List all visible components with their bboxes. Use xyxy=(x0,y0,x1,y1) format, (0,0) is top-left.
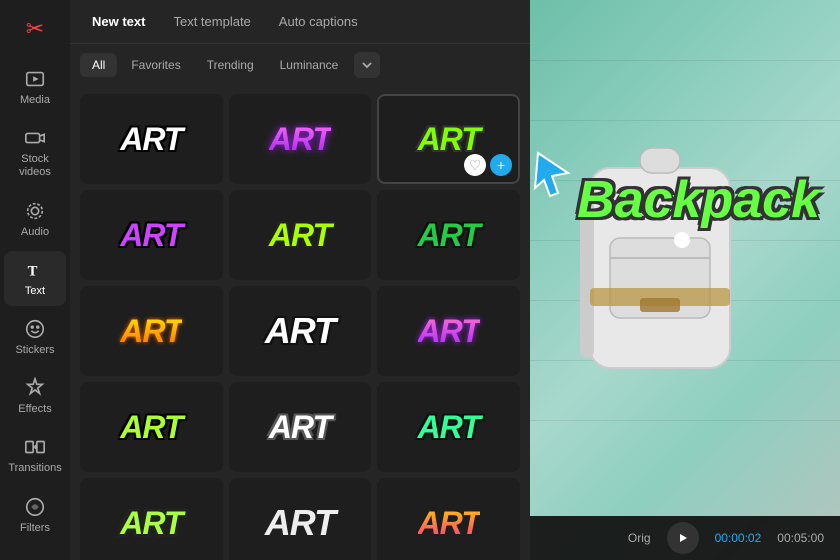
text-style-card-7[interactable]: ART xyxy=(80,286,223,376)
text-style-label-12: ART xyxy=(418,409,480,446)
sidebar-item-text-label: Text xyxy=(25,285,45,298)
sidebar: ✂ Media Stock videos Audio T Text xyxy=(0,0,70,560)
sidebar-item-effects[interactable]: Effects xyxy=(4,369,66,424)
transitions-icon xyxy=(24,436,46,458)
sidebar-item-transitions[interactable]: Transitions xyxy=(4,428,66,483)
media-icon xyxy=(24,68,46,90)
text-style-label-11: ART xyxy=(269,409,331,446)
sidebar-item-stock-label: Stock videos xyxy=(19,153,51,179)
filter-row: All Favorites Trending Luminance xyxy=(70,44,530,86)
text-style-card-3[interactable]: ART ♡ + xyxy=(377,94,520,184)
play-icon xyxy=(677,532,689,544)
selection-handle[interactable] xyxy=(674,232,690,248)
filters-icon xyxy=(24,496,46,518)
backpack-svg xyxy=(560,88,760,428)
text-style-card-4[interactable]: ART xyxy=(80,190,223,280)
sidebar-item-stock-videos[interactable]: Stock videos xyxy=(4,119,66,187)
text-style-card-10[interactable]: ART xyxy=(80,382,223,472)
stickers-icon xyxy=(24,318,46,340)
tab-text-template[interactable]: Text template xyxy=(161,6,262,37)
filter-dropdown-button[interactable] xyxy=(354,52,380,78)
filter-luminance[interactable]: Luminance xyxy=(268,53,351,77)
filter-favorites[interactable]: Favorites xyxy=(119,53,192,77)
text-style-card-9[interactable]: ART xyxy=(377,286,520,376)
sidebar-item-effects-label: Effects xyxy=(18,403,51,416)
sidebar-item-text[interactable]: T Text xyxy=(4,251,66,306)
app-logo: ✂ xyxy=(20,10,50,48)
sidebar-item-audio[interactable]: Audio xyxy=(4,192,66,247)
preview-area: Backpack Orig 00:00:02 00:05:00 xyxy=(530,0,840,560)
text-style-card-13[interactable]: ART xyxy=(80,478,223,560)
text-style-label-14: ART xyxy=(265,502,335,544)
sidebar-item-stickers[interactable]: Stickers xyxy=(4,310,66,365)
text-style-card-8[interactable]: ART xyxy=(229,286,372,376)
text-style-grid: ART ART ART ♡ + ART ART ART ART ART xyxy=(70,86,530,560)
cursor-arrow xyxy=(530,148,580,198)
sidebar-item-media[interactable]: Media xyxy=(4,60,66,115)
chevron-down-icon xyxy=(361,59,373,71)
text-style-card-11[interactable]: ART xyxy=(229,382,372,472)
backpack-text-overlay: Backpack xyxy=(577,170,820,230)
filter-trending[interactable]: Trending xyxy=(195,53,266,77)
text-style-card-14[interactable]: ART xyxy=(229,478,372,560)
backpack-container xyxy=(530,0,840,516)
text-panel: New text Text template Auto captions All… xyxy=(70,0,530,560)
total-time: 00:05:00 xyxy=(777,531,824,545)
preview-background: Backpack Orig 00:00:02 00:05:00 xyxy=(530,0,840,560)
audio-icon xyxy=(24,200,46,222)
text-style-card-1[interactable]: ART xyxy=(80,94,223,184)
text-style-label-4: ART xyxy=(120,217,182,254)
text-style-label-9: ART xyxy=(418,313,480,350)
orig-label: Orig xyxy=(628,531,651,545)
text-style-label-2: ART xyxy=(269,121,331,158)
add-style-button[interactable]: + xyxy=(490,154,512,176)
text-style-card-15[interactable]: ART xyxy=(377,478,520,560)
effects-icon xyxy=(24,377,46,399)
text-style-label-6: ART xyxy=(418,217,480,254)
sidebar-item-stickers-label: Stickers xyxy=(15,344,54,357)
sidebar-item-audio-label: Audio xyxy=(21,226,49,239)
text-style-label-15: ART xyxy=(418,505,480,542)
text-style-card-12[interactable]: ART xyxy=(377,382,520,472)
text-style-card-5[interactable]: ART xyxy=(229,190,372,280)
favorite-button[interactable]: ♡ xyxy=(464,154,486,176)
text-style-label-3: ART xyxy=(418,121,480,158)
text-style-card-6[interactable]: ART xyxy=(377,190,520,280)
text-icon: T xyxy=(24,259,46,281)
tab-bar: New text Text template Auto captions xyxy=(70,0,530,44)
svg-text:T: T xyxy=(28,263,38,279)
card-actions: ♡ + xyxy=(464,154,512,176)
text-style-label-10: ART xyxy=(120,409,182,446)
text-style-label-1: ART xyxy=(120,121,182,158)
text-style-label-8: ART xyxy=(265,310,335,352)
text-style-label-7: ART xyxy=(120,313,182,350)
sidebar-item-media-label: Media xyxy=(20,94,50,107)
stock-videos-icon xyxy=(24,127,46,149)
filter-all[interactable]: All xyxy=(80,53,117,77)
text-style-label-5: ART xyxy=(269,217,331,254)
bottom-playback-bar: Orig 00:00:02 00:05:00 xyxy=(530,516,840,560)
sidebar-item-filters[interactable]: Filters xyxy=(4,488,66,543)
text-style-card-2[interactable]: ART xyxy=(229,94,372,184)
tab-auto-captions[interactable]: Auto captions xyxy=(267,6,370,37)
sidebar-item-transitions-label: Transitions xyxy=(8,462,61,475)
cursor-icon xyxy=(530,148,580,198)
sidebar-item-filters-label: Filters xyxy=(20,522,50,535)
play-button[interactable] xyxy=(667,522,699,554)
text-style-label-13: ART xyxy=(120,505,182,542)
current-time: 00:00:02 xyxy=(715,531,762,545)
tab-new-text[interactable]: New text xyxy=(80,6,157,37)
